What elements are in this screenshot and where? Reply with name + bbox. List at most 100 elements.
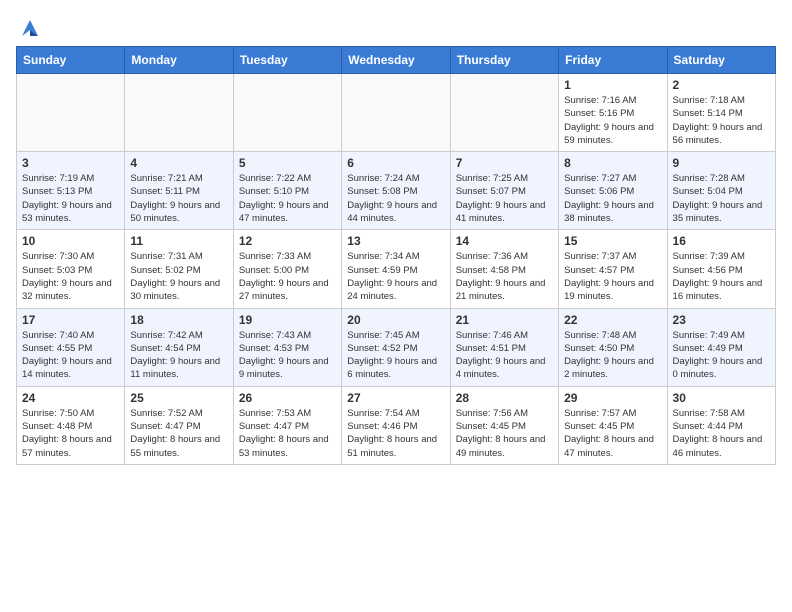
calendar-cell: 19 Sunrise: 7:43 AM Sunset: 4:53 PM Dayli… [233, 308, 341, 386]
calendar-cell: 1 Sunrise: 7:16 AM Sunset: 5:16 PM Daylig… [559, 74, 667, 152]
day-info: Sunrise: 7:49 AM Sunset: 4:49 PM Dayligh… [673, 329, 770, 382]
calendar-cell [342, 74, 450, 152]
day-info: Sunrise: 7:53 AM Sunset: 4:47 PM Dayligh… [239, 407, 336, 460]
day-info: Sunrise: 7:36 AM Sunset: 4:58 PM Dayligh… [456, 250, 553, 303]
calendar-cell: 10Sunrise: 7:30 AM Sunset: 5:03 PM Dayli… [17, 230, 125, 308]
day-info: Sunrise: 7:30 AM Sunset: 5:03 PM Dayligh… [22, 250, 119, 303]
logo [16, 16, 42, 36]
day-info: Sunrise: 7:45 AM Sunset: 4:52 PM Dayligh… [347, 329, 444, 382]
day-number: 9 [673, 156, 770, 170]
weekday-header-wednesday: Wednesday [342, 47, 450, 74]
day-number: 25 [130, 391, 227, 405]
day-info: Sunrise: 7:34 AM Sunset: 4:59 PM Dayligh… [347, 250, 444, 303]
day-number: 28 [456, 391, 553, 405]
calendar-cell: 9 Sunrise: 7:28 AM Sunset: 5:04 PM Daylig… [667, 152, 775, 230]
weekday-header-tuesday: Tuesday [233, 47, 341, 74]
day-info: Sunrise: 7:19 AM Sunset: 5:13 PM Dayligh… [22, 172, 119, 225]
day-number: 16 [673, 234, 770, 248]
calendar-week-row-1: 1 Sunrise: 7:16 AM Sunset: 5:16 PM Daylig… [17, 74, 776, 152]
day-number: 13 [347, 234, 444, 248]
calendar-cell: 25 Sunrise: 7:52 AM Sunset: 4:47 PM Dayli… [125, 386, 233, 464]
day-number: 20 [347, 313, 444, 327]
calendar-cell [125, 74, 233, 152]
day-info: Sunrise: 7:27 AM Sunset: 5:06 PM Dayligh… [564, 172, 661, 225]
day-info: Sunrise: 7:25 AM Sunset: 5:07 PM Dayligh… [456, 172, 553, 225]
day-info: Sunrise: 7:46 AM Sunset: 4:51 PM Dayligh… [456, 329, 553, 382]
day-info: Sunrise: 7:18 AM Sunset: 5:14 PM Dayligh… [673, 94, 770, 147]
day-number: 30 [673, 391, 770, 405]
calendar-cell: 24 Sunrise: 7:50 AM Sunset: 4:48 PM Dayli… [17, 386, 125, 464]
weekday-header-sunday: Sunday [17, 47, 125, 74]
calendar-cell: 8 Sunrise: 7:27 AM Sunset: 5:06 PM Daylig… [559, 152, 667, 230]
day-number: 11 [130, 234, 227, 248]
calendar-cell: 30 Sunrise: 7:58 AM Sunset: 4:44 PM Dayli… [667, 386, 775, 464]
calendar-cell: 6 Sunrise: 7:24 AM Sunset: 5:08 PM Daylig… [342, 152, 450, 230]
calendar-cell: 17Sunrise: 7:40 AM Sunset: 4:55 PM Dayli… [17, 308, 125, 386]
logo-icon [18, 16, 42, 40]
calendar-cell [17, 74, 125, 152]
calendar-page: SundayMondayTuesdayWednesdayThursdayFrid… [0, 0, 792, 473]
day-info: Sunrise: 7:16 AM Sunset: 5:16 PM Dayligh… [564, 94, 661, 147]
day-number: 22 [564, 313, 661, 327]
day-info: Sunrise: 7:22 AM Sunset: 5:10 PM Dayligh… [239, 172, 336, 225]
day-number: 26 [239, 391, 336, 405]
day-number: 29 [564, 391, 661, 405]
calendar-cell: 20 Sunrise: 7:45 AM Sunset: 4:52 PM Dayli… [342, 308, 450, 386]
day-number: 2 [673, 78, 770, 92]
day-number: 21 [456, 313, 553, 327]
calendar-cell: 3 Sunrise: 7:19 AM Sunset: 5:13 PM Daylig… [17, 152, 125, 230]
calendar-cell: 29 Sunrise: 7:57 AM Sunset: 4:45 PM Dayli… [559, 386, 667, 464]
day-number: 4 [130, 156, 227, 170]
day-info: Sunrise: 7:58 AM Sunset: 4:44 PM Dayligh… [673, 407, 770, 460]
day-info: Sunrise: 7:31 AM Sunset: 5:02 PM Dayligh… [130, 250, 227, 303]
day-number: 18 [130, 313, 227, 327]
day-info: Sunrise: 7:37 AM Sunset: 4:57 PM Dayligh… [564, 250, 661, 303]
day-number: 14 [456, 234, 553, 248]
calendar-cell: 4 Sunrise: 7:21 AM Sunset: 5:11 PM Daylig… [125, 152, 233, 230]
day-number: 12 [239, 234, 336, 248]
day-info: Sunrise: 7:50 AM Sunset: 4:48 PM Dayligh… [22, 407, 119, 460]
weekday-header-monday: Monday [125, 47, 233, 74]
calendar-cell: 23 Sunrise: 7:49 AM Sunset: 4:49 PM Dayli… [667, 308, 775, 386]
day-info: Sunrise: 7:43 AM Sunset: 4:53 PM Dayligh… [239, 329, 336, 382]
day-number: 8 [564, 156, 661, 170]
calendar-cell: 14 Sunrise: 7:36 AM Sunset: 4:58 PM Dayli… [450, 230, 558, 308]
day-info: Sunrise: 7:33 AM Sunset: 5:00 PM Dayligh… [239, 250, 336, 303]
day-info: Sunrise: 7:57 AM Sunset: 4:45 PM Dayligh… [564, 407, 661, 460]
calendar-cell: 2 Sunrise: 7:18 AM Sunset: 5:14 PM Daylig… [667, 74, 775, 152]
day-number: 27 [347, 391, 444, 405]
day-info: Sunrise: 7:54 AM Sunset: 4:46 PM Dayligh… [347, 407, 444, 460]
calendar-week-row-4: 17Sunrise: 7:40 AM Sunset: 4:55 PM Dayli… [17, 308, 776, 386]
calendar-cell: 28 Sunrise: 7:56 AM Sunset: 4:45 PM Dayli… [450, 386, 558, 464]
calendar-cell: 27 Sunrise: 7:54 AM Sunset: 4:46 PM Dayli… [342, 386, 450, 464]
calendar-cell: 13 Sunrise: 7:34 AM Sunset: 4:59 PM Dayli… [342, 230, 450, 308]
calendar-week-row-2: 3 Sunrise: 7:19 AM Sunset: 5:13 PM Daylig… [17, 152, 776, 230]
calendar-cell: 18 Sunrise: 7:42 AM Sunset: 4:54 PM Dayli… [125, 308, 233, 386]
calendar-cell: 11 Sunrise: 7:31 AM Sunset: 5:02 PM Dayli… [125, 230, 233, 308]
day-number: 23 [673, 313, 770, 327]
day-info: Sunrise: 7:42 AM Sunset: 4:54 PM Dayligh… [130, 329, 227, 382]
calendar-cell: 21 Sunrise: 7:46 AM Sunset: 4:51 PM Dayli… [450, 308, 558, 386]
calendar-cell [450, 74, 558, 152]
day-info: Sunrise: 7:52 AM Sunset: 4:47 PM Dayligh… [130, 407, 227, 460]
calendar-cell: 7 Sunrise: 7:25 AM Sunset: 5:07 PM Daylig… [450, 152, 558, 230]
day-number: 3 [22, 156, 119, 170]
weekday-header-friday: Friday [559, 47, 667, 74]
day-number: 24 [22, 391, 119, 405]
day-info: Sunrise: 7:21 AM Sunset: 5:11 PM Dayligh… [130, 172, 227, 225]
calendar-cell: 26 Sunrise: 7:53 AM Sunset: 4:47 PM Dayli… [233, 386, 341, 464]
day-info: Sunrise: 7:48 AM Sunset: 4:50 PM Dayligh… [564, 329, 661, 382]
day-number: 5 [239, 156, 336, 170]
day-info: Sunrise: 7:56 AM Sunset: 4:45 PM Dayligh… [456, 407, 553, 460]
weekday-header-thursday: Thursday [450, 47, 558, 74]
day-number: 6 [347, 156, 444, 170]
day-info: Sunrise: 7:28 AM Sunset: 5:04 PM Dayligh… [673, 172, 770, 225]
day-number: 19 [239, 313, 336, 327]
day-info: Sunrise: 7:24 AM Sunset: 5:08 PM Dayligh… [347, 172, 444, 225]
header [16, 16, 776, 36]
weekday-header-row: SundayMondayTuesdayWednesdayThursdayFrid… [17, 47, 776, 74]
day-number: 7 [456, 156, 553, 170]
day-info: Sunrise: 7:39 AM Sunset: 4:56 PM Dayligh… [673, 250, 770, 303]
calendar-cell: 5 Sunrise: 7:22 AM Sunset: 5:10 PM Daylig… [233, 152, 341, 230]
day-number: 1 [564, 78, 661, 92]
